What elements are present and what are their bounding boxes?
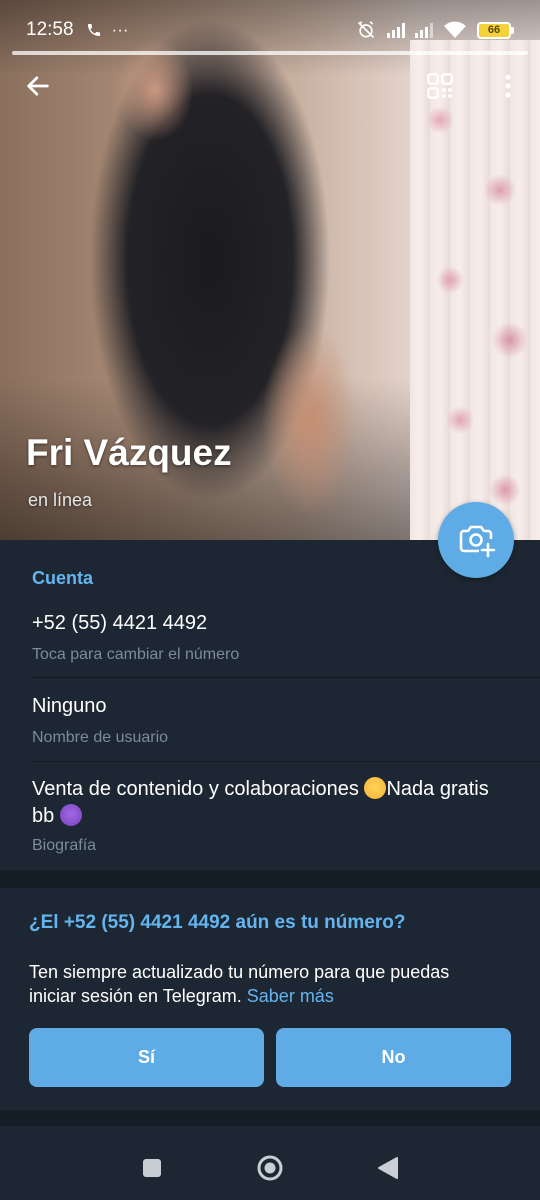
phone-check-title: ¿El +52 (55) 4421 4492 aún es tu número? [29, 912, 406, 933]
home-button[interactable] [250, 1148, 290, 1188]
set-photo-button[interactable] [438, 502, 514, 578]
status-time: 12:58 [26, 19, 74, 40]
signal-icon [387, 22, 405, 38]
add-photo-icon [459, 525, 496, 558]
phone-check-text: Ten siempre actualizado tu número para q… [29, 962, 450, 1006]
background-curtain [410, 40, 540, 540]
profile-header[interactable]: 12:58 ··· 66 Fri Vázquez en línea [0, 0, 540, 540]
username-row[interactable]: Ninguno Nombre de usuario [0, 678, 540, 762]
profile-name: Fri Vázquez [26, 432, 232, 473]
home-circle-icon [257, 1155, 283, 1181]
wifi-icon [444, 21, 466, 38]
triangle-back-icon [378, 1157, 398, 1179]
phone-row[interactable]: +52 (55) 4421 4492 Toca para cambiar el … [0, 602, 540, 678]
recent-apps-button[interactable] [132, 1148, 172, 1188]
bio-row[interactable]: Venta de contenido y colaboraciones Nada… [0, 762, 540, 870]
phone-label: Toca para cambiar el número [32, 646, 240, 663]
system-navigation-bar [0, 1126, 540, 1200]
more-vertical-icon [505, 74, 511, 98]
username-label: Nombre de usuario [32, 729, 169, 746]
story-progress-bar [12, 51, 528, 55]
status-dots: ··· [111, 20, 129, 39]
phone-call-icon [87, 24, 100, 36]
yes-button[interactable]: Sí [29, 1028, 264, 1087]
qr-code-button[interactable] [414, 60, 466, 112]
account-section: Cuenta +52 (55) 4421 4492 Toca para camb… [0, 540, 540, 870]
phone-check-card: ¿El +52 (55) 4421 4492 aún es tu número?… [0, 888, 540, 1110]
learn-more-link[interactable]: Saber más [247, 986, 334, 1006]
section-separator [0, 1110, 540, 1126]
arrow-left-icon [27, 76, 49, 96]
system-back-button[interactable] [368, 1148, 408, 1188]
back-button[interactable] [12, 60, 64, 112]
drooling-face-emoji-icon [364, 777, 387, 799]
bio-value: Venta de contenido y colaboraciones Nada… [32, 776, 502, 830]
bio-text-1: Venta de contenido y colaboraciones [32, 778, 365, 800]
battery-icon: 66 [477, 21, 514, 39]
smiling-devil-emoji-icon [59, 804, 82, 826]
profile-status: en línea [28, 490, 93, 510]
phone-value: +52 (55) 4421 4492 [32, 612, 208, 634]
no-button[interactable]: No [276, 1028, 511, 1087]
signal-icon-2 [415, 22, 433, 38]
profile-photo-detail [250, 300, 370, 540]
username-value: Ninguno [32, 695, 107, 717]
section-separator [0, 870, 540, 888]
qr-code-icon [427, 73, 453, 99]
battery-level: 66 [477, 21, 511, 39]
square-icon [143, 1159, 161, 1177]
bio-label: Biografía [32, 837, 97, 854]
section-title: Cuenta [32, 568, 94, 588]
alarm-off-icon [357, 21, 375, 39]
more-options-button[interactable] [482, 60, 534, 112]
